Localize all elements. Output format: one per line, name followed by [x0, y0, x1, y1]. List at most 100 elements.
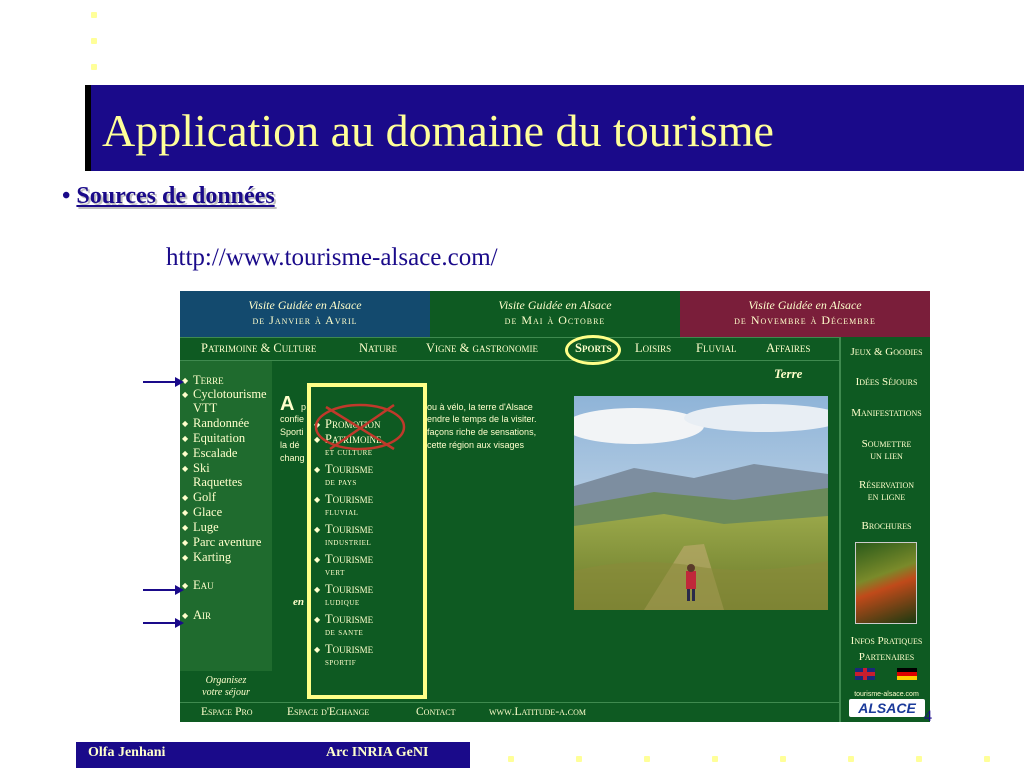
arrow-eau [143, 589, 175, 591]
right-infos[interactable]: Infos Pratiques [841, 635, 930, 647]
diamond-icon: ◆ [182, 508, 189, 517]
intro-fragment: en [293, 596, 304, 608]
site-footer: Espace Pro Espace d'Echange Contact www.… [180, 702, 839, 722]
submenu-tourisme-sante-sub: de sante [325, 628, 364, 638]
submenu-tourisme-sportif-sub: sportif [325, 658, 357, 668]
arrow-head-icon [175, 585, 184, 595]
left-randonnee[interactable]: Randonnée [193, 416, 249, 431]
left-vtt[interactable]: VTT [193, 401, 217, 416]
left-terre[interactable]: Terre [193, 373, 224, 388]
left-raquettes[interactable]: Raquettes [193, 475, 242, 490]
left-glace[interactable]: Glace [193, 505, 222, 520]
flag-de-icon[interactable] [897, 668, 917, 680]
left-air[interactable]: Air [193, 608, 211, 623]
right-lien[interactable]: un lien [841, 450, 930, 462]
intro-right-line: endre le temps de la visiter. [427, 414, 537, 424]
decor-dot [508, 756, 514, 762]
diamond-icon: ◆ [314, 555, 321, 564]
organize-line1: Organisez [205, 675, 247, 686]
diamond-icon: ◆ [182, 390, 189, 399]
nav-patrimoine[interactable]: Patrimoine & Culture [201, 341, 316, 356]
flag-uk-icon[interactable] [855, 668, 875, 680]
header-line2: de Novembre à Décembre [734, 313, 876, 327]
header-may-oct[interactable]: Visite Guidée en Alsace de Mai à Octobre [430, 291, 680, 337]
nav-fluvial[interactable]: Fluvial [696, 341, 736, 356]
decor-dot [576, 756, 582, 762]
decor-dot [644, 756, 650, 762]
right-brochures[interactable]: Brochures [841, 520, 930, 532]
website-screenshot: Visite Guidée en Alsace de Janvier à Avr… [180, 291, 930, 722]
nav-nature[interactable]: Nature [359, 341, 397, 356]
submenu-tourisme-sportif[interactable]: Tourisme [325, 642, 373, 657]
diamond-icon: ◆ [182, 464, 189, 473]
left-golf[interactable]: Golf [193, 490, 216, 505]
left-cyclotourisme[interactable]: Cyclotourisme [193, 387, 267, 402]
decor-dot [91, 64, 97, 70]
diamond-icon: ◆ [314, 585, 321, 594]
footer-espace-pro[interactable]: Espace Pro [201, 706, 253, 718]
submenu-tourisme-sante[interactable]: Tourisme [325, 612, 373, 627]
decor-dot [91, 12, 97, 18]
organize-stay[interactable]: Organisez votre séjour [180, 671, 272, 705]
header-line1: Visite Guidée en Alsace [748, 298, 862, 312]
right-en-ligne[interactable]: en ligne [841, 491, 930, 503]
header-line1: Visite Guidée en Alsace [498, 298, 612, 312]
nav-loisirs[interactable]: Loisirs [635, 341, 671, 356]
footer-latitude[interactable]: www.Latitude-a.com [489, 706, 586, 718]
intro-right-line: ou à vélo, la terre d'Alsace [427, 402, 533, 412]
nav-vigne[interactable]: Vigne & gastronomie [426, 341, 538, 356]
landscape-photo [574, 396, 828, 610]
arrow-head-icon [175, 618, 184, 628]
submenu-tourisme-ludique-sub: ludique [325, 598, 360, 608]
right-sidebar: Jeux & Goodies Idées Séjours Manifestati… [839, 337, 930, 722]
right-jeux[interactable]: Jeux & Goodies [841, 346, 930, 358]
left-luge[interactable]: Luge [193, 520, 219, 535]
submenu-tourisme-industriel[interactable]: Tourisme [325, 522, 373, 537]
submenu-tourisme-ludique[interactable]: Tourisme [325, 582, 373, 597]
left-parc-aventure[interactable]: Parc aventure [193, 535, 261, 550]
left-eau[interactable]: Eau [193, 578, 214, 593]
diamond-icon: ◆ [314, 645, 321, 654]
right-manifestations[interactable]: Manifestations [841, 407, 930, 419]
diamond-icon: ◆ [314, 525, 321, 534]
intro-line: chang [280, 453, 305, 463]
footer-author: Olfa Jenhani [88, 745, 166, 760]
intro-line: Sporti [280, 427, 304, 437]
footer-contact[interactable]: Contact [416, 706, 455, 718]
left-ski[interactable]: Ski [193, 461, 210, 476]
left-equitation[interactable]: Equitation [193, 431, 245, 446]
decor-dot [848, 756, 854, 762]
right-partenaires[interactable]: Partenaires [841, 651, 930, 663]
header-nov-dec[interactable]: Visite Guidée en Alsace de Novembre à Dé… [680, 291, 930, 337]
intro-line: la dé [280, 440, 300, 450]
site-url: http://www.tourisme-alsace.com/ [166, 244, 498, 271]
submenu-tourisme-pays[interactable]: Tourisme [325, 462, 373, 477]
right-soumettre[interactable]: Soumettre [841, 438, 930, 450]
nav-affaires[interactable]: Affaires [766, 341, 810, 356]
bullet-item: • Sources de données [62, 183, 275, 210]
submenu-tourisme-industriel-sub: industriel [325, 538, 372, 548]
header-line2: de Janvier à Avril [252, 313, 358, 327]
decor-dot [916, 756, 922, 762]
footer-espace-echange[interactable]: Espace d'Echange [287, 706, 369, 718]
right-idees[interactable]: Idées Séjours [841, 376, 930, 388]
left-escalade[interactable]: Escalade [193, 446, 237, 461]
submenu-tourisme-pays-sub: de pays [325, 478, 357, 488]
right-reservation[interactable]: Réservation [841, 479, 930, 491]
header-line1: Visite Guidée en Alsace [248, 298, 362, 312]
intro-line: p [301, 402, 307, 412]
submenu-tourisme-vert[interactable]: Tourisme [325, 552, 373, 567]
arrow-terre [143, 381, 175, 383]
header-jan-apr[interactable]: Visite Guidée en Alsace de Janvier à Avr… [180, 291, 430, 337]
submenu-tourisme-fluvial[interactable]: Tourisme [325, 492, 373, 507]
cross-out-annotation [314, 403, 406, 451]
sports-highlight-oval [565, 335, 621, 365]
decor-dot [712, 756, 718, 762]
left-karting[interactable]: Karting [193, 550, 231, 565]
diamond-icon: ◆ [182, 449, 189, 458]
decor-dot [780, 756, 786, 762]
brochure-image[interactable] [855, 542, 917, 624]
alsace-logo[interactable]: ALSACE [849, 699, 925, 717]
sources-link[interactable]: Sources de données [76, 183, 274, 209]
submenu-tourisme-vert-sub: vert [325, 568, 345, 578]
